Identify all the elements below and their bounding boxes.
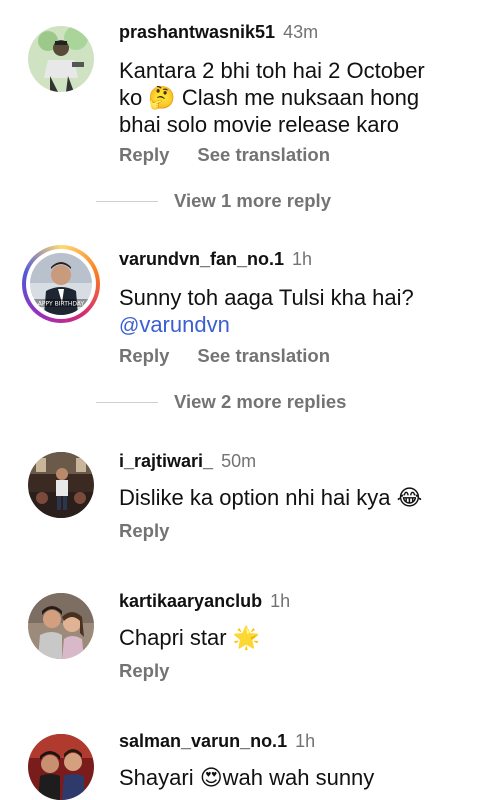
comment-line: Shayari 😍wah wah sunny	[119, 765, 375, 790]
comment-line: Sunny toh aaga Tulsi kha hai?	[119, 285, 414, 310]
username[interactable]: kartikaaryanclub	[119, 591, 262, 611]
see-translation-button[interactable]: See translation	[197, 144, 330, 165]
comment-text: Shayari 😍wah wah sunny	[119, 764, 459, 791]
username[interactable]: salman_varun_no.1	[119, 731, 287, 751]
view-more-replies[interactable]: View 2 more replies	[96, 391, 346, 413]
comment-text: Dislike ka option nhi hai kya 😂	[119, 484, 459, 511]
see-translation-button[interactable]: See translation	[197, 345, 330, 366]
timestamp: 50m	[221, 451, 257, 471]
comment-line: Dislike ka option nhi hai kya 😂	[119, 485, 423, 510]
avatar[interactable]	[28, 593, 94, 659]
comment-line: Chapri star 🌟	[119, 625, 261, 650]
view-more-label[interactable]: View 1 more reply	[174, 190, 331, 212]
username[interactable]: i_rajtiwari_	[119, 451, 213, 471]
username[interactable]: prashantwasnik51	[119, 22, 275, 42]
comment-actions: Reply See translation	[119, 144, 330, 166]
username[interactable]: varundvn_fan_no.1	[119, 249, 284, 269]
comment-header: i_rajtiwari_ 50m	[119, 451, 256, 472]
comment-text: Sunny toh aaga Tulsi kha hai? @varundvn	[119, 284, 459, 340]
comment-header: salman_varun_no.1 1h	[119, 731, 315, 752]
divider-line	[96, 200, 158, 202]
timestamp: 1h	[270, 591, 291, 611]
comment-actions: Reply	[119, 520, 169, 542]
timestamp: 43m	[283, 22, 319, 42]
reply-button[interactable]: Reply	[119, 345, 169, 366]
comment-actions: Reply	[119, 660, 169, 682]
avatar[interactable]	[28, 26, 94, 92]
avatar[interactable]	[28, 734, 94, 800]
divider-line	[96, 401, 158, 403]
view-more-label[interactable]: View 2 more replies	[174, 391, 346, 413]
avatar[interactable]	[28, 452, 94, 518]
reply-button[interactable]: Reply	[119, 144, 169, 165]
reply-button[interactable]: Reply	[119, 520, 169, 541]
mention-link[interactable]: @varundvn	[119, 311, 459, 340]
comment-header: kartikaaryanclub 1h	[119, 591, 290, 612]
avatar[interactable]: APPY BIRTHDAY	[30, 253, 92, 315]
comment-text: Kantara 2 bhi toh hai 2 October ko 🤔 Cla…	[119, 57, 459, 138]
comment-text: Chapri star 🌟	[119, 624, 459, 651]
timestamp: 1h	[292, 249, 313, 269]
comment-line: bhai solo movie release karo	[119, 112, 400, 137]
timestamp: 1h	[295, 731, 316, 751]
mention-text[interactable]: varundvn	[139, 312, 230, 337]
story-ring-gap: APPY BIRTHDAY	[26, 249, 96, 319]
comment-line: ko 🤔 Clash me nuksaan hong	[119, 85, 420, 110]
threads-at-icon: @	[119, 315, 140, 337]
story-ring[interactable]: APPY BIRTHDAY	[22, 245, 100, 323]
comment-line: Kantara 2 bhi toh hai 2 October	[119, 58, 425, 83]
reply-button[interactable]: Reply	[119, 660, 169, 681]
comment-actions: Reply See translation	[119, 345, 330, 367]
comment-header: prashantwasnik51 43m	[119, 22, 318, 43]
view-more-replies[interactable]: View 1 more reply	[96, 190, 331, 212]
avatar-caption: APPY BIRTHDAY	[38, 301, 85, 308]
comment-header: varundvn_fan_no.1 1h	[119, 249, 312, 270]
